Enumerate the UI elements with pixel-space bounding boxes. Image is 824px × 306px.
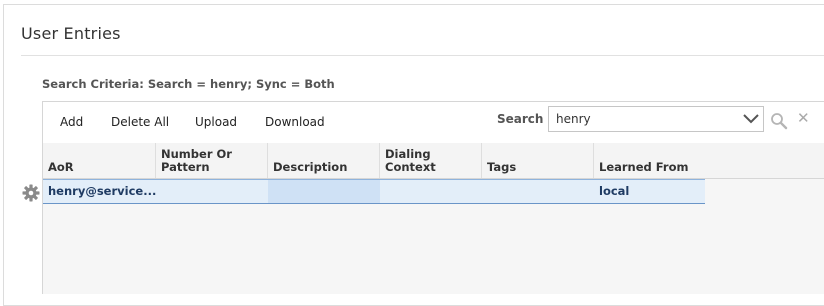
user-entries-table: AoR Number Or Pattern Description Dialin… — [42, 143, 824, 294]
search-criteria-summary: Search Criteria: Search = henry; Sync = … — [42, 77, 335, 91]
title-divider — [21, 55, 824, 56]
cell-learned-from: local — [599, 184, 630, 198]
chevron-down-icon[interactable] — [742, 111, 760, 127]
search-input-value: henry — [556, 112, 591, 126]
cell-aor: henry@service... — [48, 184, 156, 198]
column-header-tags[interactable]: Tags — [482, 143, 594, 178]
delete-all-button[interactable]: Delete All — [111, 115, 169, 129]
search-icon[interactable] — [770, 112, 788, 130]
table-header: AoR Number Or Pattern Description Dialin… — [43, 143, 824, 179]
upload-button[interactable]: Upload — [195, 115, 237, 129]
cell-description[interactable] — [268, 180, 380, 203]
cell-dialing-context — [380, 180, 482, 203]
toolbar: Add Delete All Upload Download Search he… — [42, 101, 824, 145]
add-button[interactable]: Add — [60, 115, 83, 129]
search-input[interactable]: henry — [548, 106, 764, 132]
page-title: User Entries — [21, 24, 121, 43]
column-header-aor[interactable]: AoR — [43, 143, 156, 178]
table-row[interactable]: henry@service... local — [43, 179, 705, 204]
column-header-dialing-context[interactable]: Dialing Context — [380, 143, 482, 178]
close-icon[interactable]: ✕ — [797, 110, 810, 126]
cell-tags — [482, 180, 594, 203]
column-header-number-or-pattern[interactable]: Number Or Pattern — [156, 143, 268, 178]
download-button[interactable]: Download — [265, 115, 325, 129]
gear-icon[interactable] — [22, 184, 40, 202]
column-header-learned-from[interactable]: Learned From — [594, 143, 824, 178]
cell-number-or-pattern — [156, 180, 268, 203]
search-label: Search — [497, 112, 544, 126]
column-header-description[interactable]: Description — [268, 143, 380, 178]
